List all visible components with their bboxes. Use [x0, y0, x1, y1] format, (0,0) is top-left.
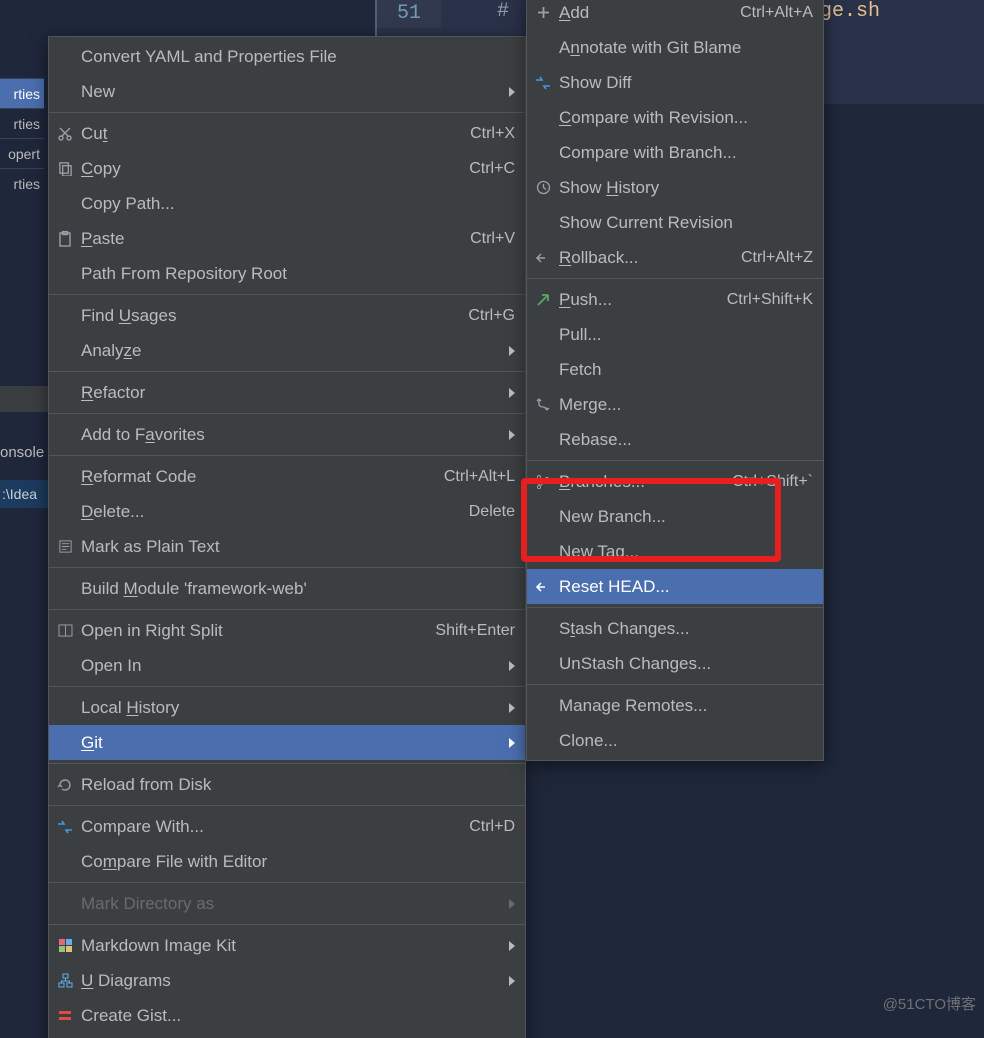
git-new-tag[interactable]: New Tag... [527, 534, 823, 569]
menu-separator [49, 805, 525, 806]
menu-diagrams[interactable]: U DiagramsDiagrams [49, 963, 525, 998]
left-tab-selected[interactable]: rties [0, 78, 44, 108]
git-clone[interactable]: Clone... [527, 723, 823, 758]
menu-refactor[interactable]: Refactor [49, 375, 525, 410]
git-merge[interactable]: Merge... [527, 387, 823, 422]
menu-build-module[interactable]: Build Module 'framework-web' [49, 571, 525, 606]
reload-icon [49, 777, 81, 793]
git-unstash[interactable]: UnStash Changes... [527, 646, 823, 681]
clipboard-icon [49, 231, 81, 247]
git-pull[interactable]: Pull... [527, 317, 823, 352]
menu-path-from-repo[interactable]: Path From Repository Root [49, 256, 525, 291]
menu-convert-yaml[interactable]: Convert YAML and Properties File [49, 39, 525, 74]
menu-separator [49, 763, 525, 764]
menu-find-usages[interactable]: Find Usages Ctrl+G [49, 298, 525, 333]
git-compare-branch[interactable]: Compare with Branch... [527, 135, 823, 170]
git-add[interactable]: Add Ctrl+Alt+A [527, 0, 823, 30]
context-menu: Convert YAML and Properties File New Cut… [48, 36, 526, 1038]
git-show-diff[interactable]: Show Diff [527, 65, 823, 100]
menu-reload-from-disk[interactable]: Reload from Disk [49, 767, 525, 802]
status-bar-fragment: :\Idea [0, 480, 48, 508]
menu-create-gist-2[interactable]: Create Gist... [49, 1033, 525, 1038]
gist-icon [49, 1009, 81, 1023]
plain-text-icon [49, 539, 81, 554]
menu-separator [527, 460, 823, 461]
menu-separator [527, 684, 823, 685]
menu-separator [49, 294, 525, 295]
git-manage-remotes[interactable]: Manage Remotes... [527, 688, 823, 723]
git-stash[interactable]: Stash Changes... [527, 611, 823, 646]
menu-separator [49, 882, 525, 883]
menu-mark-plain-text[interactable]: Mark as Plain Text [49, 529, 525, 564]
branch-icon [527, 474, 559, 490]
undo-icon [527, 580, 559, 594]
menu-mark-directory-as: Mark Directory as [49, 886, 525, 921]
git-branches[interactable]: Branches... Ctrl+Shift+` [527, 464, 823, 499]
clock-icon [527, 180, 559, 195]
menu-open-in[interactable]: Open In [49, 648, 525, 683]
menu-separator [527, 278, 823, 279]
menu-separator [49, 567, 525, 568]
menu-add-favorites[interactable]: Add to Favorites [49, 417, 525, 452]
git-reset-head[interactable]: Reset HEAD... [527, 569, 823, 604]
git-current-revision[interactable]: Show Current Revision [527, 205, 823, 240]
plus-icon [527, 6, 559, 19]
git-annotate[interactable]: Annotate with Git Blame [527, 30, 823, 65]
compare-icon [49, 820, 81, 834]
git-rebase[interactable]: Rebase... [527, 422, 823, 457]
menu-paste[interactable]: Paste Ctrl+V [49, 221, 525, 256]
menu-open-right-split[interactable]: Open in Right Split Shift+Enter [49, 613, 525, 648]
merge-icon [527, 397, 559, 413]
menu-new[interactable]: New [49, 74, 525, 109]
split-icon [49, 624, 81, 637]
git-submenu: Add Ctrl+Alt+A Annotate with Git Blame S… [526, 0, 824, 761]
git-show-history[interactable]: Show History [527, 170, 823, 205]
left-tab[interactable]: opert [0, 138, 44, 168]
menu-local-history[interactable]: Local History [49, 690, 525, 725]
menu-copy[interactable]: Copy Ctrl+C [49, 151, 525, 186]
push-icon [527, 293, 559, 307]
menu-separator [49, 413, 525, 414]
markdown-kit-icon [49, 938, 81, 953]
menu-separator [527, 607, 823, 608]
menu-separator [49, 686, 525, 687]
menu-analyze[interactable]: Analyze [49, 333, 525, 368]
menu-separator [49, 924, 525, 925]
menu-markdown-image-kit[interactable]: Markdown Image Kit [49, 928, 525, 963]
diagram-icon [49, 973, 81, 988]
git-compare-revision[interactable]: Compare with Revision... [527, 100, 823, 135]
menu-reformat-code[interactable]: Reformat Code Ctrl+Alt+L [49, 459, 525, 494]
watermark: @51CTO博客 [883, 993, 976, 1014]
menu-create-gist-1[interactable]: Create Gist... [49, 998, 525, 1033]
git-rollback[interactable]: Rollback... Ctrl+Alt+Z [527, 240, 823, 275]
compare-icon [527, 76, 559, 90]
left-tab[interactable]: rties [0, 168, 44, 198]
scissors-icon [49, 126, 81, 142]
git-new-branch[interactable]: New Branch... [527, 499, 823, 534]
menu-cut[interactable]: Cut Ctrl+X [49, 116, 525, 151]
menu-separator [49, 455, 525, 456]
copy-icon [49, 161, 81, 176]
menu-separator [49, 112, 525, 113]
menu-delete[interactable]: Delete... Delete [49, 494, 525, 529]
git-push[interactable]: Push... Ctrl+Shift+K [527, 282, 823, 317]
git-fetch[interactable]: Fetch [527, 352, 823, 387]
left-panel-tabs: rties rties opert rties [0, 78, 44, 198]
menu-compare-file-editor[interactable]: Compare File with Editor [49, 844, 525, 879]
menu-separator [49, 371, 525, 372]
menu-copy-path[interactable]: Copy Path... [49, 186, 525, 221]
undo-icon [527, 251, 559, 265]
menu-git[interactable]: Git [49, 725, 525, 760]
tool-tabs-fragment [0, 386, 50, 412]
console-tab-fragment[interactable]: onsole [0, 440, 48, 466]
menu-compare-with[interactable]: Compare With... Ctrl+D [49, 809, 525, 844]
menu-separator [49, 609, 525, 610]
left-tab[interactable]: rties [0, 108, 44, 138]
